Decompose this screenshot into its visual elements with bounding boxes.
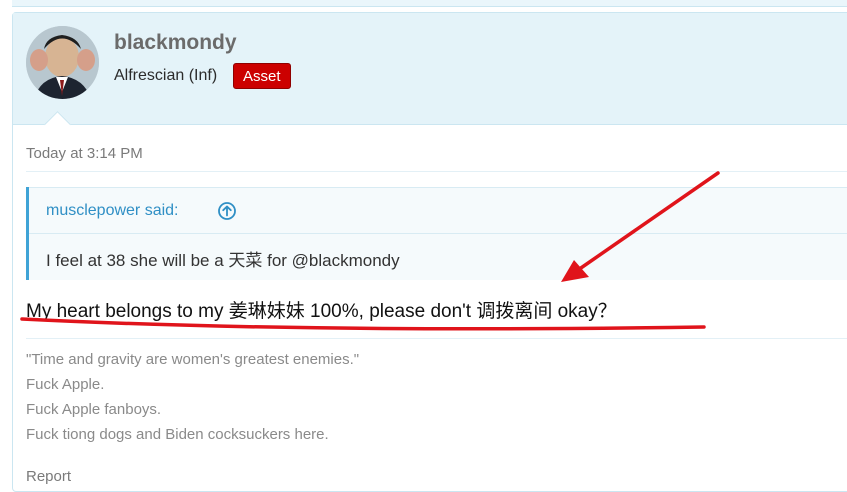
signature-line: Fuck Apple fanboys. xyxy=(26,401,162,418)
quote-author-link[interactable]: musclepower said: xyxy=(46,202,179,220)
quote-block: musclepower said: I feel at 38 she will … xyxy=(26,187,847,280)
user-signature: "Time and gravity are women's greatest e… xyxy=(26,347,359,447)
user-badge: Asset xyxy=(233,63,291,89)
avatar[interactable] xyxy=(26,26,99,99)
signature-line: "Time and gravity are women's greatest e… xyxy=(26,351,360,368)
quote-header: musclepower said: xyxy=(29,187,847,234)
previous-post-edge xyxy=(12,0,847,7)
quote-text: I feel at 38 she will be a 天菜 for @black… xyxy=(46,251,400,270)
avatar-image xyxy=(26,26,99,99)
post-message: My heart belongs to my 姜琳妹妹 100%, please… xyxy=(26,301,617,322)
username[interactable]: blackmondy xyxy=(114,31,237,55)
user-title: Alfrescian (Inf) xyxy=(114,67,218,84)
arrow-up-circle-icon[interactable] xyxy=(217,201,237,221)
signature-line: Fuck tiong dogs and Biden cocksuckers he… xyxy=(26,426,329,443)
post-timestamp[interactable]: Today at 3:14 PM xyxy=(26,145,143,162)
signature-line: Fuck Apple. xyxy=(26,376,105,393)
signature-divider xyxy=(26,338,847,339)
divider xyxy=(26,171,847,172)
